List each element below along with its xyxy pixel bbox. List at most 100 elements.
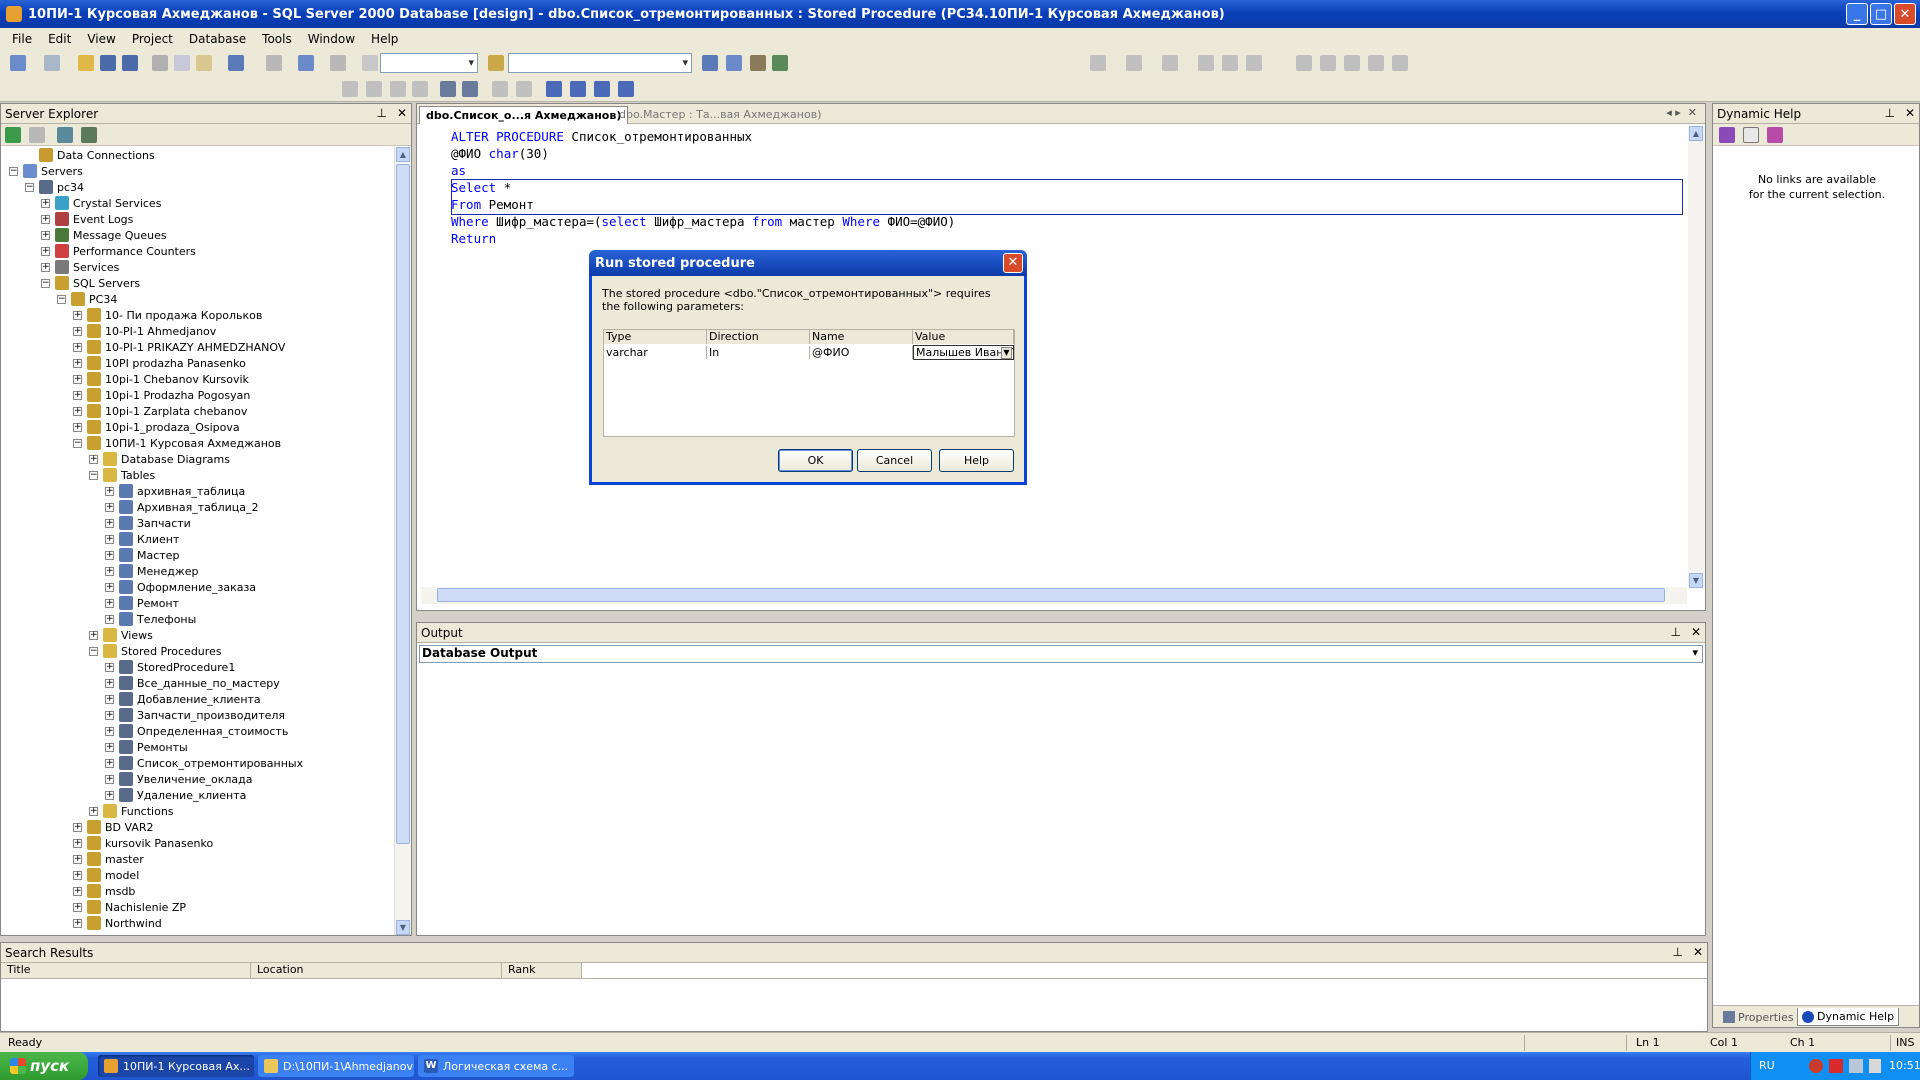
expand-icon[interactable]: + [105, 518, 114, 528]
index-icon[interactable] [1743, 127, 1759, 143]
undo-icon[interactable] [228, 55, 244, 71]
breakpoint-icon[interactable] [1392, 55, 1408, 71]
tree-item[interactable]: Data Connections [25, 147, 155, 163]
tree-item[interactable]: + master [73, 851, 144, 867]
open-file-icon[interactable] [78, 55, 94, 71]
tree-item[interactable]: + Все_данные_по_мастеру [105, 675, 280, 691]
tree-item[interactable]: +10-PI-1 PRIKAZY AHMEDZHANOV [73, 339, 285, 355]
navigate-forward-icon[interactable] [330, 55, 346, 71]
expand-icon[interactable]: + [73, 358, 82, 368]
tree-item[interactable]: − Servers [9, 163, 83, 179]
redo-icon[interactable] [266, 55, 282, 71]
expand-icon[interactable]: + [89, 454, 98, 464]
tree-item[interactable]: + StoredProcedure1 [105, 659, 235, 675]
find-combo[interactable] [508, 53, 692, 73]
debug-icon[interactable] [1090, 55, 1106, 71]
dialog-close-button[interactable]: ✕ [1003, 253, 1023, 273]
expand-icon[interactable]: + [41, 246, 50, 256]
bookmark-icon[interactable] [546, 81, 562, 97]
column-title[interactable]: Title [1, 963, 251, 978]
copy-icon[interactable] [174, 55, 190, 71]
last-record-icon[interactable] [1368, 55, 1384, 71]
tree-item[interactable]: − SQL Servers [41, 275, 140, 291]
expand-icon[interactable]: + [105, 550, 114, 560]
expand-icon[interactable]: + [105, 614, 114, 624]
expand-icon[interactable]: + [105, 790, 114, 800]
expand-icon[interactable]: + [105, 534, 114, 544]
volume-icon[interactable] [1869, 1059, 1881, 1073]
next-record-icon[interactable] [1344, 55, 1360, 71]
column-rank[interactable]: Rank [502, 963, 582, 978]
tree-item[interactable]: + Ремонты [105, 739, 188, 755]
expand-icon[interactable]: + [73, 390, 82, 400]
tree-item[interactable]: + Message Queues [41, 227, 167, 243]
decrease-indent-icon[interactable] [440, 81, 456, 97]
quick-info-icon[interactable] [390, 81, 406, 97]
help-button[interactable]: Help [939, 449, 1014, 472]
server-explorer-scrollbar[interactable]: ▲ ▼ [394, 147, 411, 935]
expand-icon[interactable]: + [105, 678, 114, 688]
menu-file[interactable]: File [4, 32, 40, 46]
taskbar-item-folder[interactable]: D:\10ПИ-1\Ahmedjanov [258, 1055, 414, 1077]
expand-icon[interactable]: + [105, 710, 114, 720]
tree-item[interactable]: + Архивная_таблица_2 [105, 499, 259, 515]
maximize-button[interactable]: □ [1870, 3, 1892, 25]
previous-record-icon[interactable] [1320, 55, 1336, 71]
paste-icon[interactable] [196, 55, 212, 71]
param-value-input[interactable]: Малышев Иван Г ▼ [913, 344, 1014, 360]
expand-icon[interactable]: + [89, 630, 98, 640]
editor-vertical-scrollbar[interactable]: ▲ ▼ [1688, 126, 1705, 588]
expand-icon[interactable]: + [105, 694, 114, 704]
new-project-icon[interactable] [10, 55, 26, 71]
expand-icon[interactable]: + [41, 230, 50, 240]
network-icon[interactable] [1849, 1059, 1863, 1073]
refresh-icon[interactable] [5, 127, 21, 143]
tree-item[interactable]: + Event Logs [41, 211, 133, 227]
dropdown-arrow-icon[interactable]: ▼ [1001, 346, 1012, 359]
scroll-down-arrow[interactable]: ▼ [396, 920, 410, 935]
tree-item[interactable]: + kursovik Panasenko [73, 835, 213, 851]
tree-item[interactable]: + Database Diagrams [89, 451, 230, 467]
pin-icon[interactable]: ⊥ [1884, 106, 1894, 120]
tree-item[interactable]: + Удаление_клиента [105, 787, 246, 803]
tree-item[interactable]: +10pi-1 Prodazha Pogosyan [73, 387, 250, 403]
step-over-icon[interactable] [1162, 55, 1178, 71]
tree-item[interactable]: + Northwind [73, 915, 162, 931]
scroll-up-arrow[interactable]: ▲ [1689, 126, 1703, 141]
tree-item[interactable]: − 10ПИ-1 Курсовая Ахмеджанов [73, 435, 281, 451]
close-panel-icon[interactable]: ✕ [1691, 625, 1701, 639]
expand-icon[interactable]: + [105, 758, 114, 768]
pin-icon[interactable]: ⊥ [376, 106, 386, 120]
connect-to-database-icon[interactable] [57, 127, 73, 143]
tree-item[interactable]: + Performance Counters [41, 243, 196, 259]
tree-item[interactable]: +10-PI-1 Ahmedjanov [73, 323, 216, 339]
stop-refresh-icon[interactable] [29, 127, 45, 143]
tree-item[interactable]: + Crystal Services [41, 195, 161, 211]
clear-bookmarks-icon[interactable] [618, 81, 634, 97]
tree-item[interactable]: + Клиент [105, 531, 179, 547]
close-panel-icon[interactable]: ✕ [1693, 945, 1703, 959]
column-location[interactable]: Location [251, 963, 502, 978]
next-bookmark-icon[interactable] [570, 81, 586, 97]
tree-item[interactable]: + Запчасти_производителя [105, 707, 285, 723]
tree-item[interactable]: − Stored Procedures [89, 643, 222, 659]
collapse-icon[interactable]: − [73, 438, 82, 448]
menu-project[interactable]: Project [124, 32, 181, 46]
tree-item[interactable]: +10- Пи продажа Корольков [73, 307, 262, 323]
expand-icon[interactable]: + [41, 214, 50, 224]
cut-icon[interactable] [152, 55, 168, 71]
expand-icon[interactable]: + [73, 310, 82, 320]
previous-bookmark-icon[interactable] [594, 81, 610, 97]
tab-properties[interactable]: Properties [1719, 1008, 1798, 1026]
tree-item[interactable]: + Functions [89, 803, 174, 819]
collapse-icon[interactable]: − [89, 646, 98, 656]
collapse-icon[interactable]: − [89, 470, 98, 480]
collapse-icon[interactable]: − [57, 294, 66, 304]
expand-icon[interactable]: + [73, 374, 82, 384]
comment-icon[interactable] [492, 81, 508, 97]
expand-icon[interactable]: + [105, 742, 114, 752]
ok-button[interactable]: OK [778, 449, 853, 472]
tree-item[interactable]: + BD VAR2 [73, 819, 154, 835]
tree-item[interactable]: + Менеджер [105, 563, 198, 579]
scroll-up-arrow[interactable]: ▲ [396, 147, 410, 162]
